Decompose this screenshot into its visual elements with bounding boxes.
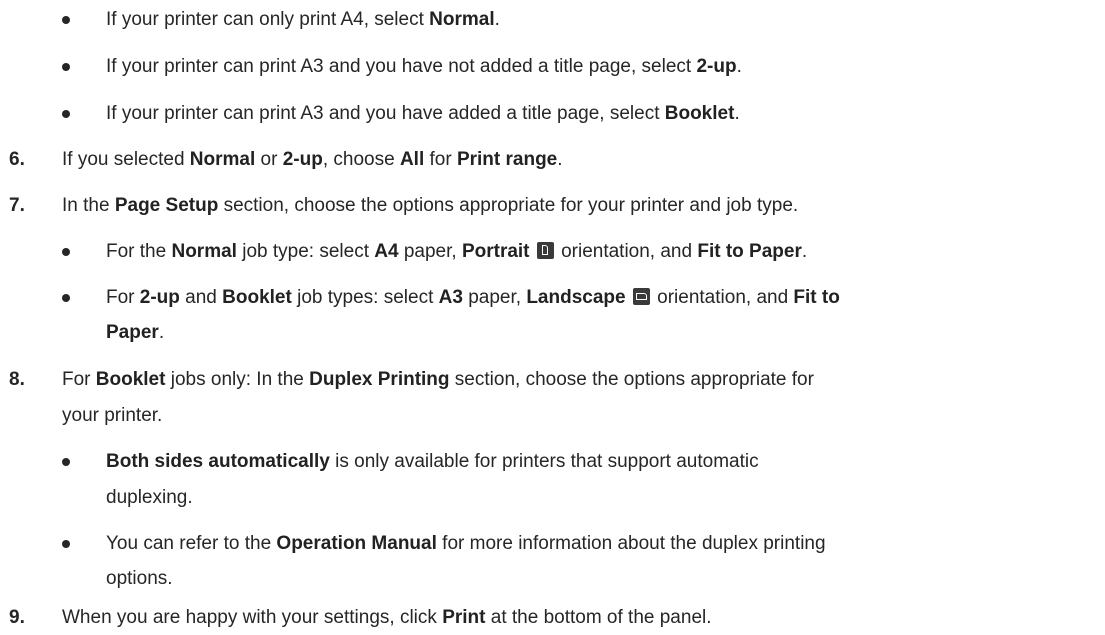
text: When you are happy with your settings, c… bbox=[62, 607, 443, 628]
text: for more information about the duplex pr… bbox=[436, 533, 826, 554]
bold-text: Portrait bbox=[461, 241, 530, 262]
text: . bbox=[494, 9, 500, 30]
text: or bbox=[255, 149, 283, 170]
text: You can refer to the bbox=[106, 533, 277, 554]
step-7-text: In the Page Setup section, choose the op… bbox=[62, 193, 798, 219]
bullet-dot bbox=[62, 540, 70, 548]
bold-text: Landscape bbox=[526, 287, 626, 308]
step-9-text: When you are happy with your settings, c… bbox=[62, 605, 712, 631]
bullet-dot bbox=[62, 110, 70, 118]
bullet-both-sides-continuation: duplexing. bbox=[106, 487, 193, 508]
bullet-2up-booklet-continuation: Paper. bbox=[106, 320, 164, 346]
text: is only available for printers that supp… bbox=[329, 451, 759, 472]
bold-text: Print bbox=[442, 607, 486, 628]
bold-text: Normal bbox=[429, 9, 495, 30]
bold-text: Booklet bbox=[222, 287, 292, 308]
bold-text: Booklet bbox=[664, 103, 735, 124]
bullet-printer-a4: If your printer can only print A4, selec… bbox=[106, 7, 500, 33]
bullet-operation-manual: You can refer to the Operation Manual fo… bbox=[106, 531, 826, 557]
bold-text: Print range bbox=[456, 149, 558, 170]
text: In the bbox=[62, 195, 115, 216]
text: section, choose the options appropriate … bbox=[449, 369, 814, 390]
bold-text: Normal bbox=[171, 241, 237, 262]
text: and bbox=[179, 287, 223, 308]
text: . bbox=[734, 103, 740, 124]
text: jobs only: In the bbox=[165, 369, 310, 390]
bold-text: Fit to Paper bbox=[697, 241, 802, 262]
bold-text: A3 bbox=[438, 287, 463, 308]
bold-text: 2-up bbox=[696, 56, 737, 77]
portrait-orientation-icon bbox=[536, 242, 554, 259]
instructions-document: If your printer can only print A4, selec… bbox=[0, 0, 1105, 635]
bold-text: Normal bbox=[189, 149, 256, 170]
bold-text: Operation Manual bbox=[276, 533, 437, 554]
step-6-text: If you selected Normal or 2-up, choose A… bbox=[62, 147, 563, 173]
bold-text: Duplex Printing bbox=[309, 369, 450, 390]
bold-text: Both sides automatically bbox=[106, 451, 330, 472]
bullet-operation-manual-continuation: options. bbox=[106, 568, 173, 589]
bullet-dot bbox=[62, 294, 70, 302]
bold-text: A4 bbox=[374, 241, 399, 262]
text: job type: select bbox=[236, 241, 375, 262]
bullet-printer-a3-no-title: If your printer can print A3 and you hav… bbox=[106, 54, 742, 80]
bullet-dot bbox=[62, 16, 70, 24]
text: orientation, and bbox=[651, 287, 794, 308]
step-number: 7. bbox=[9, 195, 25, 216]
text: at the bottom of the panel. bbox=[485, 607, 712, 628]
text: . bbox=[736, 56, 742, 77]
text: orientation, and bbox=[555, 241, 698, 262]
bullet-dot bbox=[62, 458, 70, 466]
step-number: 8. bbox=[9, 369, 25, 390]
bullet-normal-job-type: For the Normal job type: select A4 paper… bbox=[106, 239, 807, 265]
bold-text: Fit to bbox=[793, 287, 840, 308]
text: If your printer can only print A4, selec… bbox=[106, 9, 430, 30]
text: . bbox=[158, 322, 165, 343]
step-8-continuation: your printer. bbox=[62, 405, 163, 426]
text: job types: select bbox=[291, 287, 439, 308]
landscape-orientation-icon bbox=[632, 288, 650, 305]
text: For bbox=[62, 369, 96, 390]
text: . bbox=[557, 149, 563, 170]
text: If your printer can print A3 and you hav… bbox=[106, 56, 697, 77]
step-8-text: For Booklet jobs only: In the Duplex Pri… bbox=[62, 367, 814, 393]
bold-text: Booklet bbox=[95, 369, 166, 390]
bullet-dot bbox=[62, 63, 70, 71]
text: section, choose the options appropriate … bbox=[218, 195, 799, 216]
text: For bbox=[106, 287, 140, 308]
text: If you selected bbox=[62, 149, 190, 170]
text: , choose bbox=[322, 149, 400, 170]
bullet-2up-booklet-job-type: For 2-up and Booklet job types: select A… bbox=[106, 285, 840, 311]
text: For the bbox=[106, 241, 172, 262]
bullet-both-sides-automatically: Both sides automatically is only availab… bbox=[106, 449, 759, 475]
bold-text: Page Setup bbox=[114, 195, 219, 216]
text: paper, bbox=[398, 241, 462, 262]
bullet-dot bbox=[62, 248, 70, 256]
text: . bbox=[801, 241, 808, 262]
text: paper, bbox=[462, 287, 527, 308]
bullet-printer-a3-title: If your printer can print A3 and you hav… bbox=[106, 101, 740, 127]
step-number: 6. bbox=[9, 149, 25, 170]
text: for bbox=[424, 149, 457, 170]
step-number: 9. bbox=[9, 607, 25, 628]
bold-text: 2-up bbox=[139, 287, 180, 308]
bold-text: All bbox=[399, 149, 425, 170]
bold-text: 2-up bbox=[282, 149, 323, 170]
text: If your printer can print A3 and you hav… bbox=[106, 103, 665, 124]
bold-text: Paper bbox=[106, 322, 159, 343]
